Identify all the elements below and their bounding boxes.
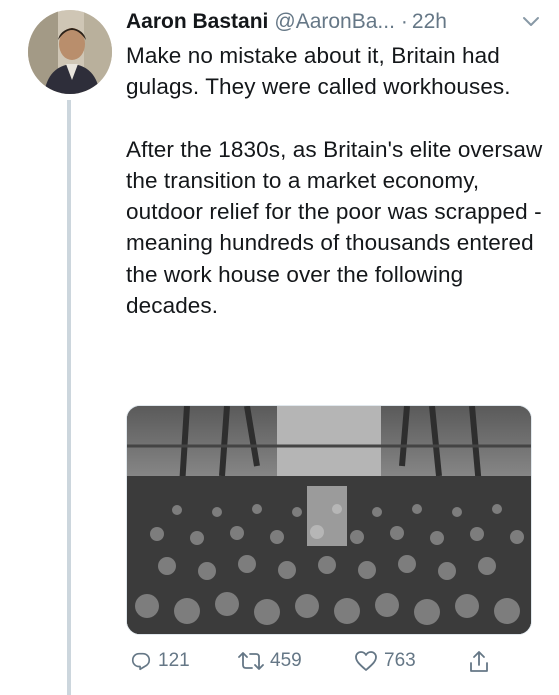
tweet-image[interactable] bbox=[126, 405, 532, 635]
retweet-icon bbox=[238, 652, 264, 670]
tweet[interactable]: Aaron Bastani @AaronBa... · 22h Make no … bbox=[126, 6, 546, 321]
share-button[interactable] bbox=[468, 650, 490, 674]
reply-button[interactable]: 121 bbox=[130, 650, 190, 672]
separator-dot: · bbox=[400, 10, 408, 33]
tweet-text: Make no mistake about it, Britain had gu… bbox=[126, 40, 546, 321]
timestamp[interactable]: 22h bbox=[412, 10, 447, 34]
like-count: 763 bbox=[384, 650, 416, 671]
reply-icon bbox=[131, 652, 151, 671]
author-name[interactable]: Aaron Bastani bbox=[126, 10, 268, 34]
author-handle[interactable]: @AaronBa... bbox=[274, 10, 395, 34]
tweet-header: Aaron Bastani @AaronBa... · 22h bbox=[126, 6, 546, 38]
tweet-paragraph-1: Make no mistake about it, Britain had gu… bbox=[126, 43, 511, 100]
share-icon bbox=[470, 651, 488, 672]
like-button[interactable]: 763 bbox=[354, 650, 416, 672]
chevron-down-icon[interactable] bbox=[522, 15, 540, 29]
reply-count: 121 bbox=[158, 650, 190, 671]
avatar[interactable] bbox=[28, 10, 112, 94]
thread-line bbox=[67, 100, 71, 695]
retweet-count: 459 bbox=[270, 650, 302, 671]
avatar-photo bbox=[28, 10, 112, 94]
photo-icon bbox=[127, 406, 531, 634]
retweet-button[interactable]: 459 bbox=[238, 650, 302, 672]
tweet-paragraph-2: After the 1830s, as Britain's elite over… bbox=[126, 136, 543, 319]
like-icon bbox=[355, 651, 377, 671]
tweet-actions: 121 459 763 bbox=[126, 650, 546, 682]
